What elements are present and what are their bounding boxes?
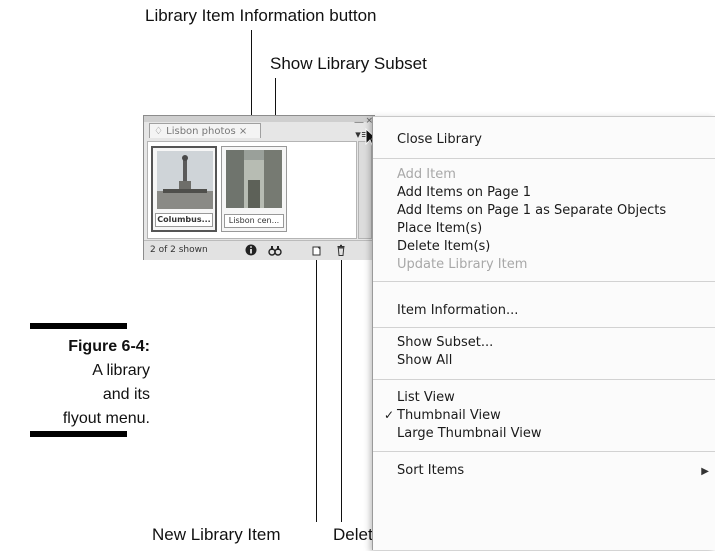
trash-icon[interactable]: [334, 243, 348, 257]
callout-new-item: New Library Item: [152, 525, 281, 544]
library-content: Columbus... Lisbon cen...: [147, 141, 357, 239]
item-label: Lisbon cen...: [224, 214, 284, 228]
menu-separator: [373, 158, 715, 159]
menu-separator: [373, 451, 715, 452]
figure-label: Figure 6-4:: [68, 338, 150, 355]
menu-item-sort-items[interactable]: Sort Items: [397, 463, 464, 478]
menu-item-place-items[interactable]: Place Item(s): [397, 221, 482, 236]
leader-line-new: [316, 246, 317, 522]
tab-lisbon-photos[interactable]: ♢ Lisbon photos ×: [149, 123, 261, 138]
figure-caption: Figure 6-4: A library and its flyout men…: [10, 335, 150, 431]
menu-item-add-items-separate[interactable]: Add Items on Page 1 as Separate Objects: [397, 203, 666, 218]
library-panel: — × ♢ Lisbon photos × ▾≡ Columbus... Lis…: [143, 115, 375, 260]
panel-title-bar[interactable]: [144, 116, 374, 122]
info-icon[interactable]: [244, 243, 258, 257]
street-thumbnail: [226, 150, 282, 208]
menu-separator: [373, 379, 715, 380]
menu-item-update-library-item: Update Library Item: [397, 257, 528, 272]
menu-item-item-information[interactable]: Item Information...: [397, 303, 518, 318]
menu-item-list-view[interactable]: List View: [397, 390, 455, 405]
checkmark-icon: ✓: [384, 408, 395, 422]
library-item[interactable]: Columbus...: [151, 146, 217, 232]
panel-footer: 2 of 2 shown: [144, 240, 374, 260]
leader-line-delete: [341, 246, 342, 522]
menu-item-close-library[interactable]: Close Library: [397, 132, 482, 147]
minimize-icon[interactable]: —: [354, 117, 364, 128]
menu-item-add-items-on-page[interactable]: Add Items on Page 1: [397, 185, 531, 200]
panel-scrollbar[interactable]: [358, 141, 372, 239]
caption-rule-bottom: [30, 431, 127, 437]
menu-item-show-subset[interactable]: Show Subset...: [397, 335, 493, 350]
caption-rule-top: [30, 323, 127, 329]
menu-item-delete-items[interactable]: Delete Item(s): [397, 239, 490, 254]
library-item[interactable]: Lisbon cen...: [221, 146, 287, 232]
item-count: 2 of 2 shown: [150, 245, 208, 255]
callout-info-button: Library Item Information button: [145, 6, 377, 25]
menu-item-large-thumbnail-view[interactable]: Large Thumbnail View: [397, 426, 541, 441]
menu-item-show-all[interactable]: Show All: [397, 353, 452, 368]
menu-separator: [373, 327, 715, 328]
monument-thumbnail: [157, 151, 213, 209]
caption-line: flyout menu.: [62, 410, 150, 427]
menu-separator: [373, 281, 715, 282]
callout-show-subset: Show Library Subset: [270, 54, 427, 73]
caption-line: A library: [92, 362, 150, 379]
menu-item-add-item: Add Item: [397, 167, 456, 182]
flyout-menu: Close Library Add Item Add Items on Page…: [372, 116, 715, 550]
menu-item-thumbnail-view[interactable]: Thumbnail View: [397, 408, 501, 423]
submenu-arrow-icon: ▶: [701, 466, 709, 477]
binoculars-icon[interactable]: [268, 243, 282, 257]
item-label: Columbus...: [155, 213, 213, 227]
new-item-icon[interactable]: [309, 243, 323, 257]
caption-line: and its: [102, 386, 150, 403]
